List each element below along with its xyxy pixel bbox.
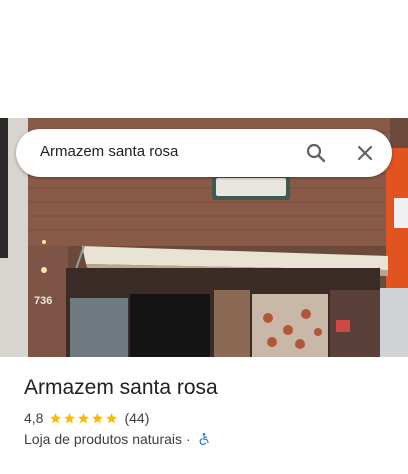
place-category: Loja de produtos naturais [24,431,182,447]
rating-value: 4,8 [24,410,44,426]
close-icon[interactable] [353,141,377,165]
review-count[interactable]: (44) [124,410,149,426]
rating-row[interactable]: 4,8 (44) [24,409,149,427]
search-bar[interactable]: Armazem santa rosa [16,129,392,177]
building-number: 736 [34,295,52,307]
star-icon [92,412,104,423]
category-row: Loja de produtos naturais · [24,430,211,448]
wheelchair-icon [197,432,211,446]
star-rating [49,412,119,425]
map-area-blank [0,0,408,118]
place-title: Armazem santa rosa [24,376,218,399]
place-info-panel: Armazem santa rosa 4,8 (44) Loja de prod… [0,357,408,474]
star-icon [78,412,90,423]
search-icon[interactable] [304,141,328,165]
star-icon [50,412,62,423]
search-query-text[interactable]: Armazem santa rosa [40,143,178,160]
star-icon [106,412,118,423]
separator-dot: · [186,431,191,447]
star-icon [64,412,76,423]
